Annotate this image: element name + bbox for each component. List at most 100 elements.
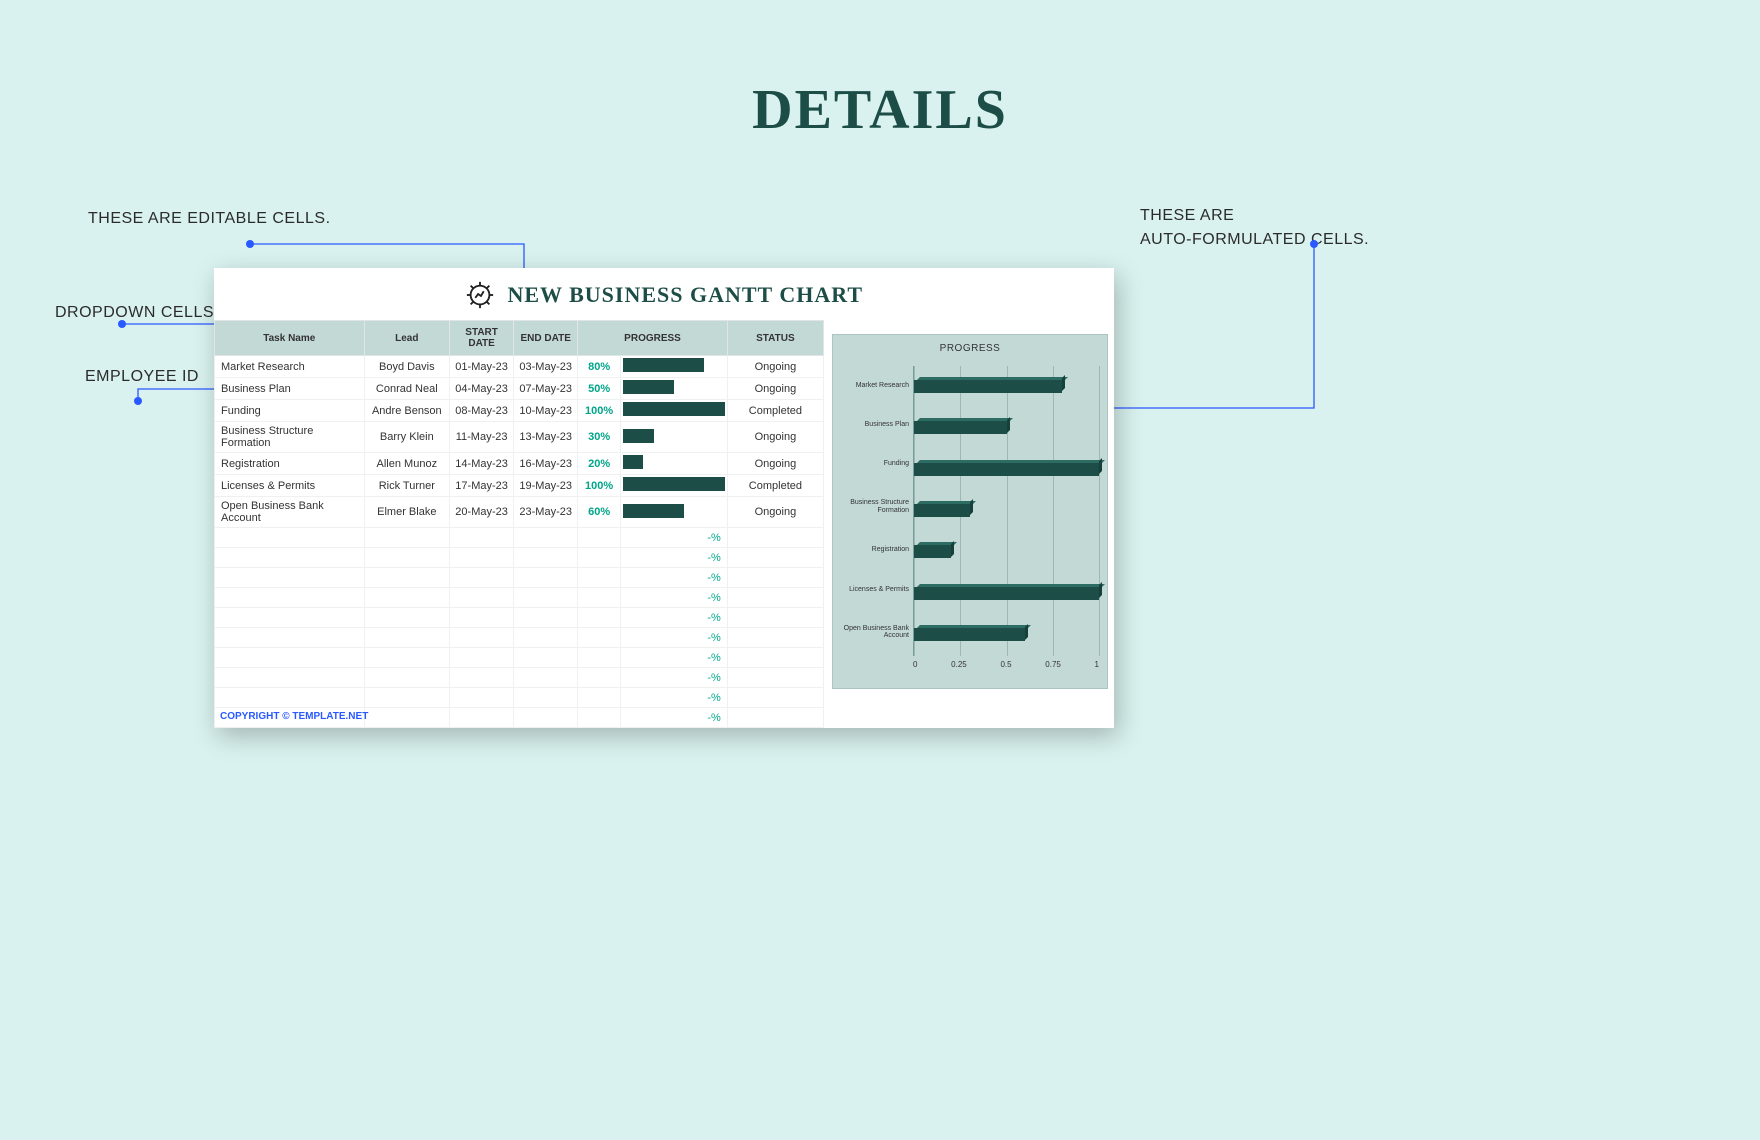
cell-status[interactable] [727,608,823,628]
cell-start-date[interactable] [450,608,514,628]
cell-status[interactable] [727,588,823,608]
cell-end-date[interactable]: 03-May-23 [514,356,578,378]
table-row: RegistrationAllen Munoz14-May-2316-May-2… [215,453,824,475]
cell-end-date[interactable] [514,688,578,708]
leader-dot [134,397,142,405]
cell-task-name[interactable]: Market Research [215,356,365,378]
cell-start-date[interactable]: 01-May-23 [450,356,514,378]
cell-start-date[interactable] [450,588,514,608]
cell-end-date[interactable]: 16-May-23 [514,453,578,475]
cell-start-date[interactable]: 11-May-23 [450,422,514,453]
chart-bar [914,377,1099,397]
col-lead: Lead [364,321,449,356]
cell-lead-dropdown[interactable]: Conrad Neal [364,378,449,400]
cell-end-date[interactable] [514,548,578,568]
cell-end-date[interactable] [514,708,578,728]
cell-start-date[interactable]: 14-May-23 [450,453,514,475]
cell-end-date[interactable] [514,568,578,588]
cell-end-date[interactable] [514,668,578,688]
cell-end-date[interactable] [514,628,578,648]
annotation-auto-formulated: THESE ARE AUTO-FORMULATED CELLS. [1140,204,1369,252]
cell-task-name[interactable]: Business Structure Formation [215,422,365,453]
cell-lead-dropdown[interactable] [364,708,449,728]
cell-progress-bar [620,422,727,453]
cell-task-name[interactable] [215,688,365,708]
page-title: DETAILS [0,78,1760,142]
leader-dot [118,320,126,328]
cell-lead-dropdown[interactable] [364,568,449,588]
cell-task-name[interactable] [215,608,365,628]
cell-end-date[interactable] [514,608,578,628]
cell-lead-dropdown[interactable] [364,648,449,668]
cell-status[interactable]: Completed [727,475,823,497]
cell-status[interactable]: Ongoing [727,422,823,453]
cell-start-date[interactable] [450,548,514,568]
cell-task-name[interactable] [215,628,365,648]
cell-task-name[interactable] [215,528,365,548]
cell-status[interactable] [727,528,823,548]
cell-lead-dropdown[interactable]: Boyd Davis [364,356,449,378]
cell-status[interactable]: Ongoing [727,453,823,475]
cell-task-name[interactable] [215,648,365,668]
cell-end-date[interactable]: 19-May-23 [514,475,578,497]
chart-category-label: Business Structure Formation [841,499,913,514]
cell-status[interactable]: Ongoing [727,378,823,400]
cell-task-name[interactable]: Licenses & Permits [215,475,365,497]
cell-lead-dropdown[interactable] [364,688,449,708]
cell-lead-dropdown[interactable]: Rick Turner [364,475,449,497]
cell-end-date[interactable]: 10-May-23 [514,400,578,422]
cell-lead-dropdown[interactable] [364,628,449,648]
cell-start-date[interactable] [450,648,514,668]
cell-lead-dropdown[interactable]: Barry Klein [364,422,449,453]
cell-status[interactable] [727,548,823,568]
cell-task-name[interactable] [215,568,365,588]
cell-start-date[interactable]: 08-May-23 [450,400,514,422]
cell-start-date[interactable]: 04-May-23 [450,378,514,400]
chart-category-label: Funding [841,460,913,468]
cell-start-date[interactable] [450,568,514,588]
cell-lead-dropdown[interactable] [364,608,449,628]
cell-end-date[interactable] [514,528,578,548]
cell-task-name[interactable]: Business Plan [215,378,365,400]
cell-status[interactable]: Ongoing [727,497,823,528]
cell-start-date[interactable]: 20-May-23 [450,497,514,528]
cell-status[interactable] [727,688,823,708]
cell-task-name[interactable]: Funding [215,400,365,422]
table-row-empty: -% [215,628,824,648]
cell-lead-dropdown[interactable] [364,668,449,688]
cell-status[interactable] [727,668,823,688]
cell-status[interactable]: Ongoing [727,356,823,378]
cell-lead-dropdown[interactable]: Andre Benson [364,400,449,422]
cell-progress-bar [620,356,727,378]
cell-lead-dropdown[interactable]: Allen Munoz [364,453,449,475]
cell-end-date[interactable]: 23-May-23 [514,497,578,528]
cell-progress-percent: 100% [578,475,621,497]
cell-status[interactable] [727,628,823,648]
cell-start-date[interactable]: 17-May-23 [450,475,514,497]
cell-end-date[interactable] [514,648,578,668]
cell-start-date[interactable] [450,528,514,548]
cell-end-date[interactable]: 13-May-23 [514,422,578,453]
cell-end-date[interactable]: 07-May-23 [514,378,578,400]
cell-task-name[interactable]: Open Business Bank Account [215,497,365,528]
cell-start-date[interactable] [450,668,514,688]
table-header-row: Task Name Lead START DATE END DATE PROGR… [215,321,824,356]
cell-end-date[interactable] [514,588,578,608]
chart-category-label: Open Business Bank Account [841,625,913,640]
cell-lead-dropdown[interactable] [364,588,449,608]
cell-status[interactable] [727,648,823,668]
chart-bar [914,501,1099,521]
cell-start-date[interactable] [450,708,514,728]
cell-start-date[interactable] [450,628,514,648]
cell-task-name[interactable] [215,588,365,608]
cell-lead-dropdown[interactable] [364,528,449,548]
cell-task-name[interactable]: Registration [215,453,365,475]
cell-lead-dropdown[interactable] [364,548,449,568]
cell-task-name[interactable] [215,548,365,568]
cell-status[interactable]: Completed [727,400,823,422]
cell-status[interactable] [727,568,823,588]
cell-lead-dropdown[interactable]: Elmer Blake [364,497,449,528]
cell-task-name[interactable] [215,668,365,688]
cell-status[interactable] [727,708,823,728]
cell-start-date[interactable] [450,688,514,708]
